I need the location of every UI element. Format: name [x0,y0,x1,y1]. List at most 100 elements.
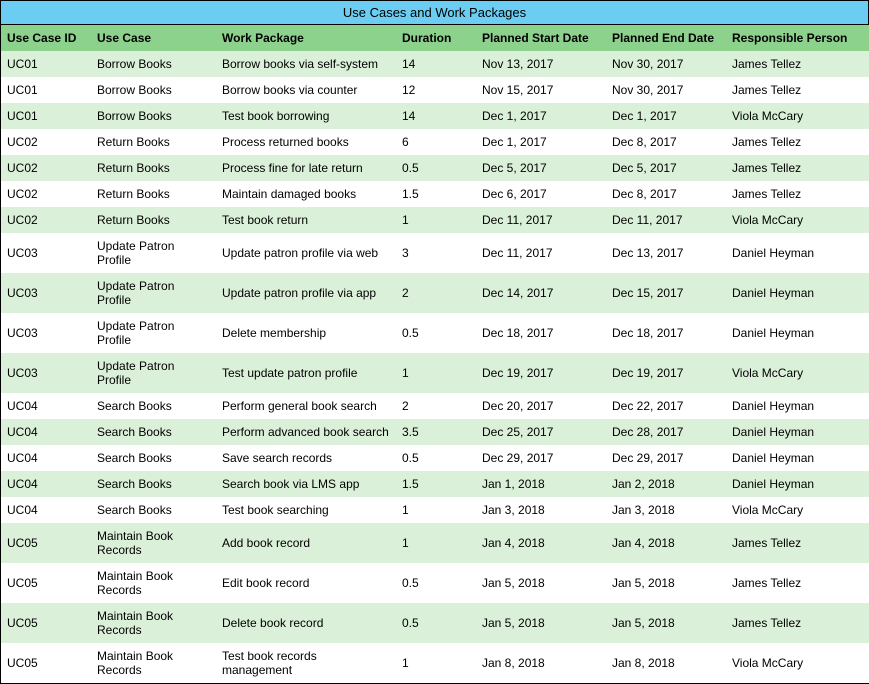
cell-duration: 14 [396,103,476,129]
cell-work-package: Test book records management [216,643,396,683]
col-use-case: Use Case [91,25,216,51]
cell-responsible: Viola McCary [726,353,869,393]
table-row: UC05Maintain Book RecordsEdit book recor… [1,563,869,603]
cell-responsible: Daniel Heyman [726,445,869,471]
cell-work-package: Process returned books [216,129,396,155]
cell-id: UC05 [1,523,91,563]
cell-end: Dec 19, 2017 [606,353,726,393]
cell-use-case: Maintain Book Records [91,563,216,603]
cell-duration: 0.5 [396,313,476,353]
cell-end: Dec 5, 2017 [606,155,726,181]
cell-responsible: James Tellez [726,129,869,155]
cell-responsible: James Tellez [726,523,869,563]
cell-work-package: Update patron profile via web [216,233,396,273]
cell-id: UC04 [1,471,91,497]
cell-id: UC05 [1,603,91,643]
cell-use-case: Return Books [91,129,216,155]
cell-id: UC01 [1,103,91,129]
table-row: UC05Maintain Book RecordsDelete book rec… [1,603,869,643]
cell-use-case: Return Books [91,181,216,207]
table-row: UC02Return BooksMaintain damaged books1.… [1,181,869,207]
use-cases-table: Use Case ID Use Case Work Package Durati… [1,25,869,683]
cell-start: Dec 6, 2017 [476,181,606,207]
cell-work-package: Edit book record [216,563,396,603]
cell-id: UC04 [1,393,91,419]
cell-work-package: Update patron profile via app [216,273,396,313]
cell-end: Jan 5, 2018 [606,603,726,643]
cell-work-package: Add book record [216,523,396,563]
cell-id: UC05 [1,563,91,603]
table-row: UC04Search BooksPerform advanced book se… [1,419,869,445]
cell-duration: 0.5 [396,563,476,603]
cell-use-case: Search Books [91,419,216,445]
cell-responsible: James Tellez [726,563,869,603]
cell-work-package: Test book searching [216,497,396,523]
cell-use-case: Maintain Book Records [91,523,216,563]
cell-end: Dec 1, 2017 [606,103,726,129]
cell-duration: 12 [396,77,476,103]
cell-use-case: Update Patron Profile [91,233,216,273]
table-row: UC04Search BooksSearch book via LMS app1… [1,471,869,497]
cell-end: Jan 3, 2018 [606,497,726,523]
cell-end: Jan 5, 2018 [606,563,726,603]
col-start-date: Planned Start Date [476,25,606,51]
cell-id: UC04 [1,497,91,523]
cell-use-case: Search Books [91,497,216,523]
cell-start: Jan 8, 2018 [476,643,606,683]
cell-end: Jan 8, 2018 [606,643,726,683]
table-row: UC03Update Patron ProfileUpdate patron p… [1,233,869,273]
cell-work-package: Delete book record [216,603,396,643]
cell-id: UC02 [1,207,91,233]
cell-use-case: Return Books [91,155,216,181]
cell-duration: 3.5 [396,419,476,445]
table-row: UC04Search BooksTest book searching1Jan … [1,497,869,523]
cell-id: UC04 [1,445,91,471]
cell-responsible: Viola McCary [726,207,869,233]
cell-start: Nov 15, 2017 [476,77,606,103]
cell-use-case: Update Patron Profile [91,273,216,313]
cell-responsible: Daniel Heyman [726,313,869,353]
cell-duration: 2 [396,393,476,419]
table-row: UC04Search BooksPerform general book sea… [1,393,869,419]
cell-duration: 2 [396,273,476,313]
table-body: UC01Borrow BooksBorrow books via self-sy… [1,51,869,683]
cell-responsible: Daniel Heyman [726,419,869,445]
cell-responsible: James Tellez [726,51,869,77]
cell-work-package: Save search records [216,445,396,471]
cell-end: Nov 30, 2017 [606,51,726,77]
cell-start: Dec 18, 2017 [476,313,606,353]
cell-duration: 0.5 [396,155,476,181]
cell-start: Dec 11, 2017 [476,207,606,233]
cell-end: Dec 15, 2017 [606,273,726,313]
page-title: Use Cases and Work Packages [1,1,868,25]
col-work-package: Work Package [216,25,396,51]
cell-use-case: Borrow Books [91,77,216,103]
cell-start: Dec 14, 2017 [476,273,606,313]
cell-duration: 1.5 [396,471,476,497]
table-row: UC03Update Patron ProfileTest update pat… [1,353,869,393]
cell-id: UC02 [1,181,91,207]
cell-start: Dec 29, 2017 [476,445,606,471]
cell-start: Dec 11, 2017 [476,233,606,273]
cell-end: Dec 29, 2017 [606,445,726,471]
cell-responsible: James Tellez [726,155,869,181]
cell-start: Dec 1, 2017 [476,129,606,155]
cell-duration: 1 [396,353,476,393]
cell-end: Dec 18, 2017 [606,313,726,353]
cell-responsible: Daniel Heyman [726,393,869,419]
cell-end: Dec 11, 2017 [606,207,726,233]
cell-work-package: Search book via LMS app [216,471,396,497]
cell-responsible: Daniel Heyman [726,471,869,497]
cell-use-case: Maintain Book Records [91,643,216,683]
cell-duration: 14 [396,51,476,77]
table-row: UC03Update Patron ProfileUpdate patron p… [1,273,869,313]
cell-duration: 1 [396,643,476,683]
cell-work-package: Maintain damaged books [216,181,396,207]
cell-id: UC04 [1,419,91,445]
cell-start: Jan 5, 2018 [476,563,606,603]
cell-id: UC03 [1,313,91,353]
cell-use-case: Borrow Books [91,103,216,129]
cell-start: Dec 1, 2017 [476,103,606,129]
cell-end: Dec 8, 2017 [606,129,726,155]
cell-end: Jan 2, 2018 [606,471,726,497]
